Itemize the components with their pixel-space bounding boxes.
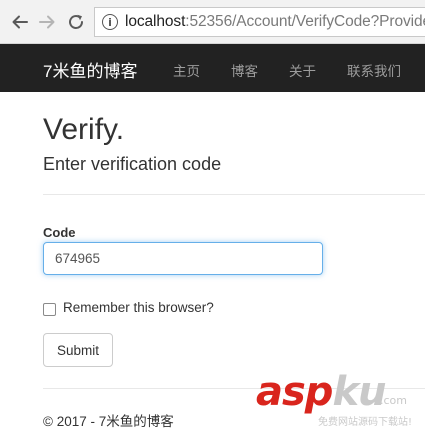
- remember-browser-label[interactable]: Remember this browser?: [63, 300, 214, 315]
- page-subtitle: Enter verification code: [43, 154, 222, 174]
- code-label: Code: [43, 225, 76, 240]
- footer-copyright: © 2017 - 7米鱼的博客: [43, 414, 174, 429]
- url-path: :52356/Account/VerifyCode?Provide: [185, 13, 425, 30]
- watermark-ku: ku: [332, 369, 386, 415]
- watermark-logo: aspku .com 免费网站源码下载站!: [256, 372, 425, 428]
- watermark-wordmark: aspku: [256, 369, 387, 415]
- back-arrow-icon[interactable]: [9, 11, 31, 33]
- reload-icon[interactable]: [65, 11, 87, 33]
- url-host: localhost: [125, 13, 186, 30]
- page-title: Verify.: [43, 113, 125, 146]
- watermark-tagline: 免费网站源码下载站!: [318, 417, 413, 428]
- browser-toolbar: i localhost:52356/Account/VerifyCode?Pro…: [0, 0, 425, 44]
- navbar-brand[interactable]: 7米鱼的博客: [43, 57, 137, 82]
- forward-arrow-icon[interactable]: [36, 11, 58, 33]
- nav-link-blog[interactable]: 博客: [231, 60, 258, 80]
- remember-browser-checkbox[interactable]: [43, 303, 56, 316]
- address-bar[interactable]: i localhost:52356/Account/VerifyCode?Pro…: [94, 7, 425, 37]
- watermark-domain: .com: [380, 394, 407, 407]
- nav-link-contact[interactable]: 联系我们: [347, 60, 401, 80]
- code-input[interactable]: [43, 242, 323, 275]
- url-text: localhost:52356/Account/VerifyCode?Provi…: [125, 13, 425, 31]
- site-navbar: 7米鱼的博客 主页 博客 关于 联系我们: [0, 44, 425, 92]
- nav-link-home[interactable]: 主页: [173, 60, 200, 80]
- nav-link-about[interactable]: 关于: [289, 60, 316, 80]
- info-icon[interactable]: i: [102, 14, 118, 30]
- watermark-asp: asp: [256, 369, 333, 415]
- submit-button[interactable]: Submit: [43, 333, 113, 367]
- divider: [43, 194, 425, 195]
